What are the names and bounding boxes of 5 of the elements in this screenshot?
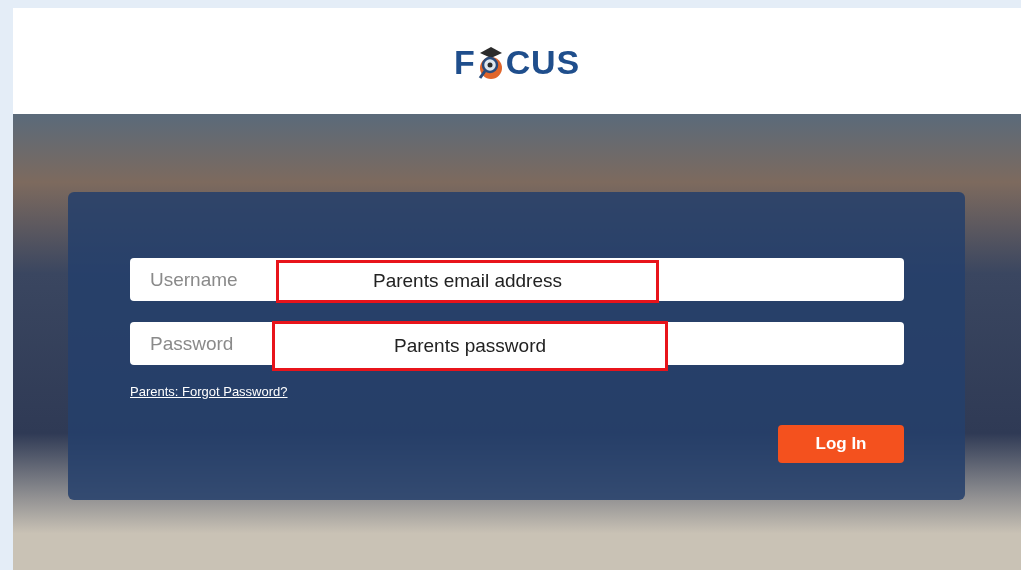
annotation-tooltip: Parents password xyxy=(272,321,668,371)
logo-text: F xyxy=(454,41,476,83)
annotation-tooltip: Parents email address xyxy=(276,260,659,303)
logo-text: CUS xyxy=(505,41,580,83)
forgot-password-link[interactable]: Parents: Forgot Password? xyxy=(130,384,288,399)
